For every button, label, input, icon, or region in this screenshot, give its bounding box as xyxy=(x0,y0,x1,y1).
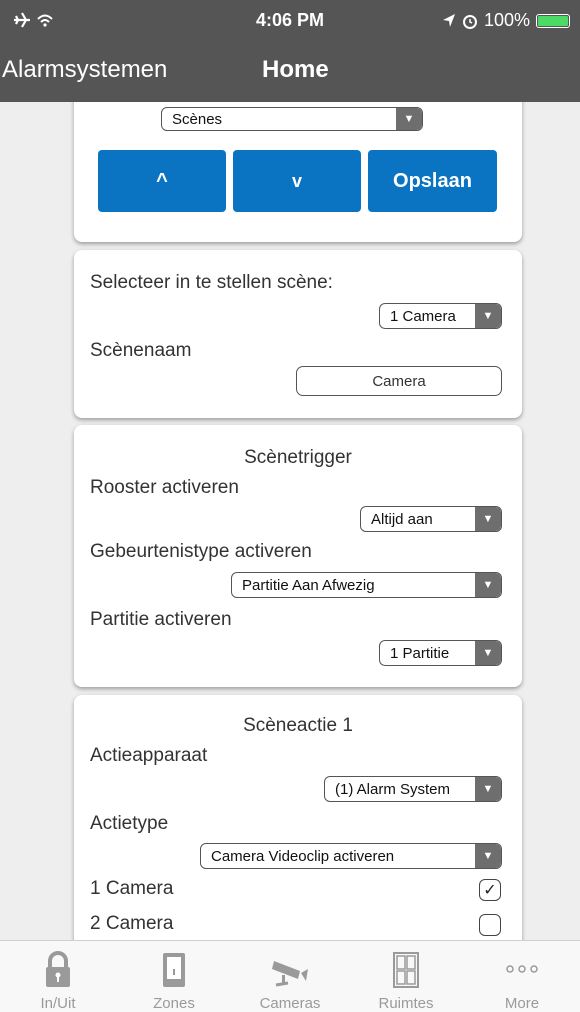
camera-2-checkbox[interactable] xyxy=(479,914,501,936)
main-content[interactable]: Scènes ▼ ^ v Opslaan Selecteer in te ste… xyxy=(0,102,580,940)
scenes-control-card: Scènes ▼ ^ v Opslaan xyxy=(74,102,522,242)
location-icon xyxy=(442,13,455,27)
tab-label: Cameras xyxy=(259,995,321,1012)
battery-icon xyxy=(536,13,570,28)
schedule-select[interactable]: Altijd aan ▼ xyxy=(360,506,502,532)
trigger-title: Scènetrigger xyxy=(244,447,352,468)
action-device-select-value: (1) Alarm System xyxy=(335,780,451,798)
event-type-select-value: Partitie Aan Afwezig xyxy=(242,576,375,594)
tab-more[interactable]: More xyxy=(464,941,580,1012)
partition-select-value: 1 Partitie xyxy=(390,644,450,662)
scene-action-card: Scèneactie 1 Actieapparaat (1) Alarm Sys… xyxy=(74,695,522,940)
action-device-label: Actieapparaat xyxy=(90,745,208,766)
alarm-clock-icon xyxy=(462,14,477,29)
status-bar: 4:06 PM 100% xyxy=(0,10,580,32)
save-button[interactable]: Opslaan xyxy=(368,150,497,212)
camera-icon xyxy=(272,961,308,987)
chevron-down-icon: ▼ xyxy=(396,108,422,130)
tab-ruimtes[interactable]: Ruimtes xyxy=(348,941,464,1012)
header: 4:06 PM 100% Alarmsystemen Home xyxy=(0,0,580,102)
door-icon xyxy=(163,953,185,987)
rooms-icon xyxy=(393,952,419,988)
camera-2-label: 2 Camera xyxy=(90,913,174,934)
navigation-bar: Alarmsystemen Home xyxy=(0,56,580,88)
tab-label: Zones xyxy=(153,995,195,1012)
schedule-label: Rooster activeren xyxy=(90,477,239,498)
camera-1-checkbox[interactable]: ✓ xyxy=(479,879,501,901)
scene-name-field[interactable]: Camera xyxy=(296,366,502,396)
action-title: Scèneactie 1 xyxy=(243,715,353,736)
scene-trigger-card: Scènetrigger Rooster activeren Altijd aa… xyxy=(74,425,522,687)
select-scene-label: Selecteer in te stellen scène: xyxy=(90,272,333,293)
tab-bar: In/Uit Zones Cameras Ruimtes More xyxy=(0,940,580,1012)
camera-1-label: 1 Camera xyxy=(90,878,174,899)
action-device-select[interactable]: (1) Alarm System ▼ xyxy=(324,776,502,802)
chevron-down-icon: ▼ xyxy=(475,641,501,665)
scenes-dropdown-value: Scènes xyxy=(172,110,223,128)
chevron-down-icon: ▼ xyxy=(475,573,501,597)
move-up-button[interactable]: ^ xyxy=(98,150,226,212)
battery-percent: 100% xyxy=(483,10,530,30)
chevron-down-icon: ▼ xyxy=(475,777,501,801)
tab-label: More xyxy=(504,995,540,1012)
tab-cameras[interactable]: Cameras xyxy=(232,941,348,1012)
action-type-select-value: Camera Videoclip activeren xyxy=(211,847,395,865)
tab-label: In/Uit xyxy=(40,995,76,1012)
move-down-button[interactable]: v xyxy=(233,150,361,212)
schedule-select-value: Altijd aan xyxy=(371,510,433,528)
action-type-label: Actietype xyxy=(90,813,169,834)
scene-select[interactable]: 1 Camera ▼ xyxy=(379,303,502,329)
lock-icon xyxy=(46,951,70,987)
scenes-dropdown[interactable]: Scènes ▼ xyxy=(161,107,423,131)
back-button[interactable]: Alarmsystemen xyxy=(2,56,167,84)
tab-in-uit[interactable]: In/Uit xyxy=(0,941,116,1012)
tab-label: Ruimtes xyxy=(378,995,434,1012)
checkmark-icon: ✓ xyxy=(483,882,497,899)
tab-zones[interactable]: Zones xyxy=(116,941,232,1012)
scene-selection-card: Selecteer in te stellen scène: 1 Camera … xyxy=(74,250,522,418)
status-right: 100% xyxy=(442,10,570,31)
partition-label: Partitie activeren xyxy=(90,609,232,630)
event-type-label: Gebeurtenistype activeren xyxy=(90,541,312,562)
chevron-down-icon: ▼ xyxy=(475,844,501,868)
event-type-select[interactable]: Partitie Aan Afwezig ▼ xyxy=(231,572,502,598)
action-type-select[interactable]: Camera Videoclip activeren ▼ xyxy=(200,843,502,869)
chevron-down-icon: ▼ xyxy=(475,304,501,328)
page-title: Home xyxy=(262,56,329,83)
chevron-down-icon: ▼ xyxy=(475,507,501,531)
partition-select[interactable]: 1 Partitie ▼ xyxy=(379,640,502,666)
more-icon xyxy=(506,965,538,973)
scene-select-value: 1 Camera xyxy=(390,307,456,325)
scene-name-label: Scènenaam xyxy=(90,340,192,361)
